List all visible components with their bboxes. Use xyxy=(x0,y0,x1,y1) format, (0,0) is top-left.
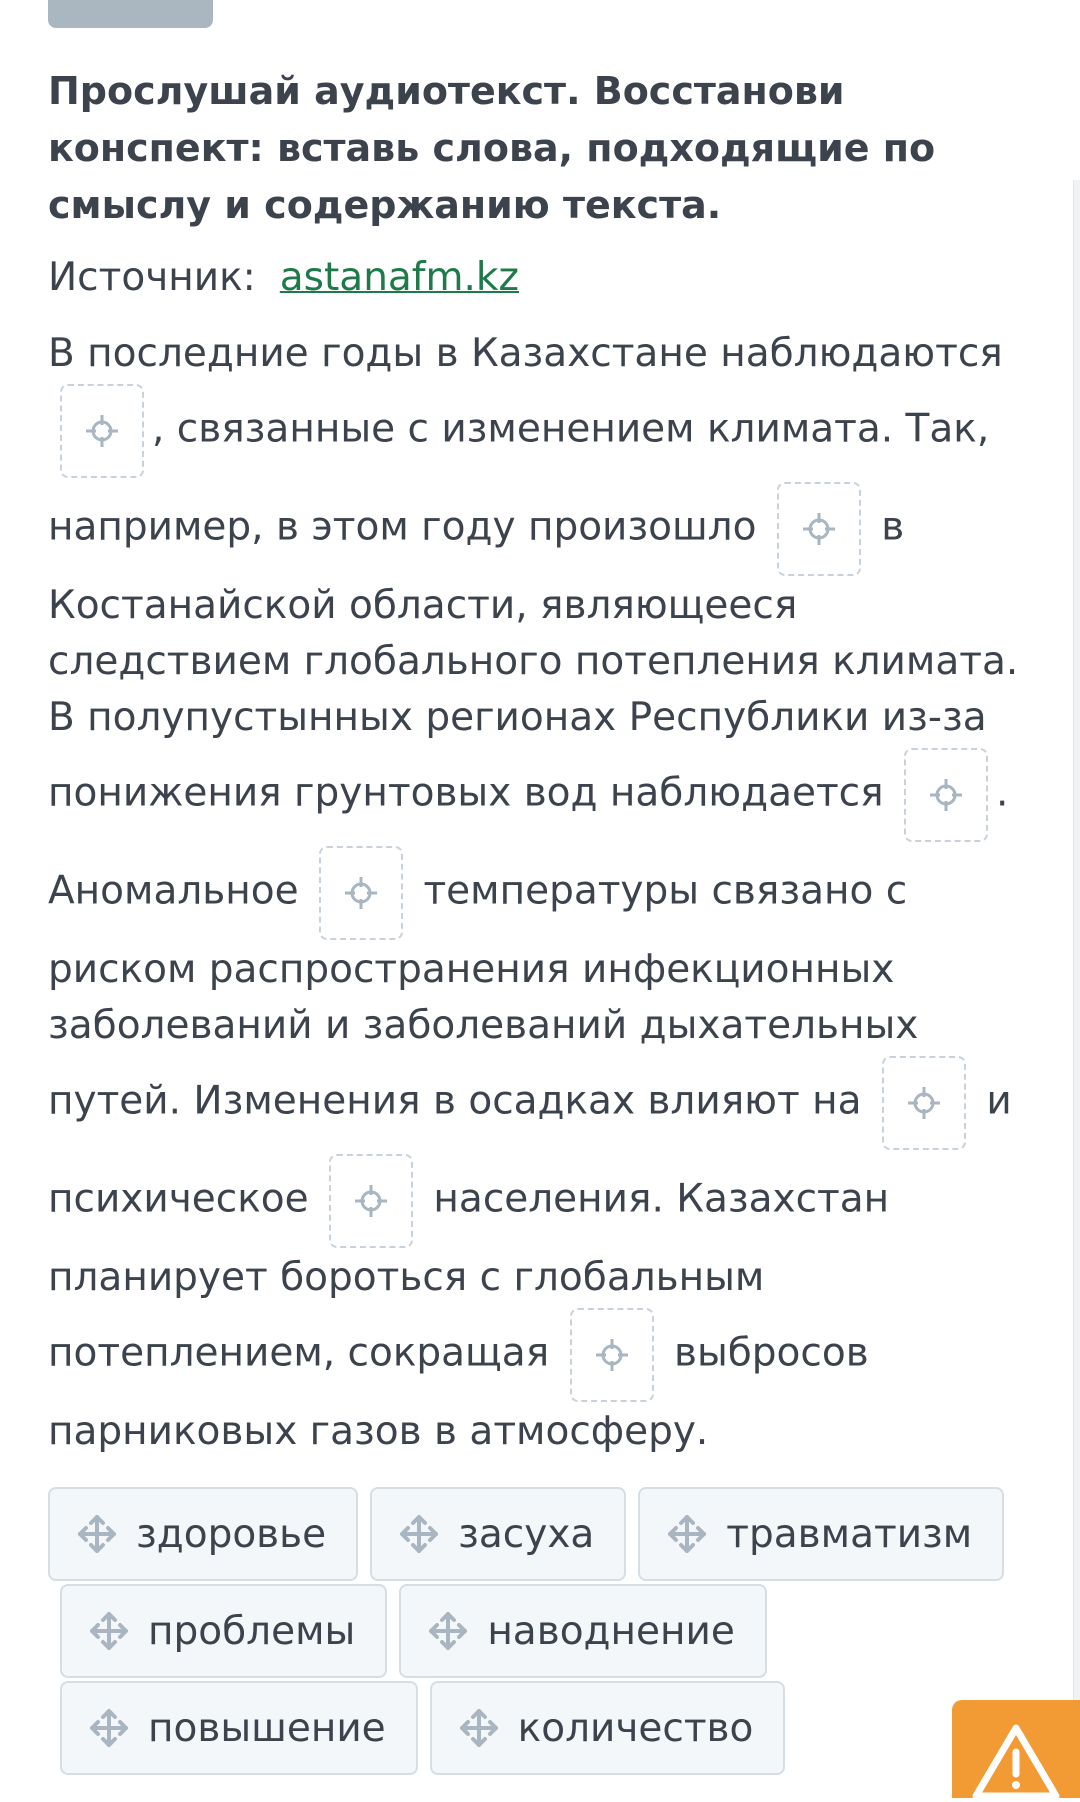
word-chip-label: засуха xyxy=(458,1511,595,1557)
warning-triangle-icon xyxy=(972,1724,1060,1800)
word-chip[interactable]: наводнение xyxy=(399,1584,767,1678)
source-link[interactable]: astanafm.kz xyxy=(280,255,519,300)
word-chip-label: травматизм xyxy=(726,1511,973,1557)
top-progress-tab xyxy=(48,0,213,28)
word-bank-row: здоровье засуха травматизм xyxy=(48,1487,1038,1581)
move-arrows-icon xyxy=(90,1709,128,1747)
crosshair-icon xyxy=(345,877,378,909)
word-chip-label: наводнение xyxy=(487,1608,735,1654)
drop-zone-2[interactable] xyxy=(776,482,861,576)
drop-zone-7[interactable] xyxy=(569,1308,654,1402)
drop-zone-5[interactable] xyxy=(881,1056,966,1150)
word-chip-label: проблемы xyxy=(148,1608,356,1654)
passage-segment: В последние годы в Казахстане наблюдаютс… xyxy=(48,331,1003,376)
word-chip[interactable]: количество xyxy=(429,1681,786,1775)
move-arrows-icon xyxy=(78,1515,116,1553)
word-chip[interactable]: повышение xyxy=(60,1681,418,1775)
move-arrows-icon xyxy=(429,1612,468,1650)
word-chip[interactable]: здоровье xyxy=(48,1487,359,1581)
drop-zone-1[interactable] xyxy=(60,384,144,478)
drop-zone-3[interactable] xyxy=(904,748,988,842)
crosshair-icon xyxy=(595,1339,628,1371)
word-chip[interactable]: травматизм xyxy=(638,1487,1005,1581)
report-problem-button[interactable] xyxy=(952,1700,1080,1800)
crosshair-icon xyxy=(930,779,962,811)
scrollbar-track[interactable] xyxy=(1073,180,1080,1798)
source-label: Источник: xyxy=(48,255,256,300)
word-bank: здоровье засуха травматизм проблемы наво… xyxy=(48,1487,1038,1778)
passage-segment: в Костанайской области, являющееся следс… xyxy=(48,504,1019,816)
drop-zone-6[interactable] xyxy=(329,1154,414,1248)
move-arrows-icon xyxy=(668,1515,707,1553)
source-line: Источник: astanafm.kz xyxy=(48,252,519,304)
move-arrows-icon xyxy=(459,1709,498,1747)
drop-zone-4[interactable] xyxy=(319,846,404,940)
crosshair-icon xyxy=(355,1185,388,1217)
passage-text: В последние годы в Казахстане наблюдаютс… xyxy=(48,326,1038,1460)
task-title: Прослушай аудиотекст. Восстанови конспек… xyxy=(48,69,936,227)
move-arrows-icon xyxy=(90,1612,128,1650)
word-chip[interactable]: проблемы xyxy=(60,1584,388,1678)
word-bank-row: повышение количество xyxy=(48,1681,1038,1775)
crosshair-icon xyxy=(86,415,118,447)
crosshair-icon xyxy=(802,513,835,545)
word-chip-label: повышение xyxy=(148,1705,386,1751)
word-chip-label: количество xyxy=(517,1705,754,1751)
move-arrows-icon xyxy=(400,1515,439,1553)
crosshair-icon xyxy=(907,1087,940,1119)
word-bank-row: проблемы наводнение xyxy=(48,1584,1038,1678)
word-chip-label: здоровье xyxy=(136,1511,327,1557)
word-chip[interactable]: засуха xyxy=(370,1487,627,1581)
